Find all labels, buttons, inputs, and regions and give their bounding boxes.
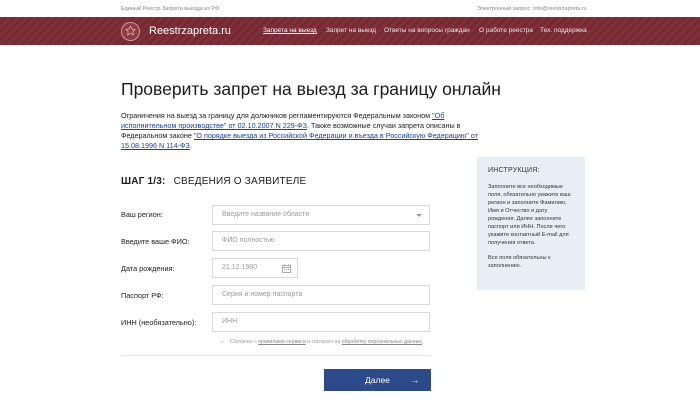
nav-item-zapreta[interactable]: Запрета на выезд bbox=[263, 27, 317, 34]
fio-placeholder: ФИО полностью bbox=[222, 237, 275, 244]
instruction-title: ИНСТРУКЦИЯ: bbox=[488, 167, 540, 174]
step-heading: ШАГ 1/3: СВЕДЕНИЯ О ЗАЯВИТЕЛЕ bbox=[121, 176, 306, 187]
checkmark-icon[interactable]: ✓ bbox=[220, 340, 226, 346]
region-select[interactable]: Введите название области bbox=[212, 205, 430, 225]
calendar-icon[interactable] bbox=[282, 264, 291, 273]
passport-input[interactable]: Серия и номер паспорта bbox=[212, 285, 430, 305]
intro-part-1: Ограничения на выезд за границу для долж… bbox=[121, 111, 433, 120]
fio-input[interactable]: ФИО полностью bbox=[212, 231, 430, 251]
page-title: Проверить запрет на выезд за границу онл… bbox=[121, 79, 501, 99]
privacy-link[interactable]: обработку персональных данных bbox=[342, 339, 422, 345]
contact-email[interactable]: Электронный запрос: info@reestrzapreta.r… bbox=[477, 6, 587, 12]
birth-date-input[interactable]: 21.12.1980 bbox=[212, 258, 298, 278]
inn-placeholder: ИНН bbox=[222, 318, 238, 325]
instruction-text: Заполните все необходимые поля, обязател… bbox=[488, 184, 571, 246]
inn-label: ИНН (необязательно): bbox=[121, 318, 197, 327]
terms-link[interactable]: правилами сервиса bbox=[258, 339, 306, 345]
main-header: Reestrzapreta.ru Запрета на выезд Запрет… bbox=[0, 17, 700, 45]
intro-part-3: . bbox=[189, 141, 192, 150]
site-tagline: Единый Реестр Запрета выезда из РФ bbox=[121, 6, 220, 12]
divider bbox=[121, 355, 431, 356]
nav-item-zapret[interactable]: Запрет на выезд bbox=[326, 27, 376, 34]
region-placeholder: Введите название области bbox=[222, 211, 310, 218]
consent-text-2: и согласен на bbox=[305, 339, 342, 345]
step-title: СВЕДЕНИЯ О ЗАЯВИТЕЛЕ bbox=[173, 176, 307, 187]
inn-input[interactable]: ИНН bbox=[212, 312, 430, 332]
logo-text[interactable]: Reestrzapreta.ru bbox=[149, 25, 231, 37]
birth-placeholder: 21.12.1980 bbox=[222, 264, 258, 271]
next-button-label: Далее bbox=[365, 375, 390, 385]
birth-label: Дата рождения: bbox=[121, 264, 175, 273]
instruction-note: Все поля обязательны к заполнению. bbox=[488, 255, 551, 269]
next-button[interactable]: Далее → bbox=[324, 369, 431, 391]
emblem-icon[interactable] bbox=[121, 22, 140, 41]
consent-row: ✓ Согласен с правилами сервиса и согласен… bbox=[220, 339, 422, 346]
region-label: Ваш регион: bbox=[121, 210, 163, 219]
nav-item-answers[interactable]: Ответы на вопросы граждан bbox=[384, 27, 470, 34]
consent-text-1: Согласен с bbox=[230, 339, 259, 345]
step-number: ШАГ 1/3: bbox=[121, 176, 166, 187]
top-bar: Единый Реестр Запрета выезда из РФ Элект… bbox=[0, 0, 700, 17]
chevron-down-icon bbox=[416, 214, 422, 217]
arrow-right-icon: → bbox=[411, 375, 420, 385]
nav-item-support[interactable]: Тех. поддержка bbox=[540, 27, 587, 34]
intro-text: Ограничения на выезд за границу для долж… bbox=[121, 111, 501, 151]
passport-label: Паспорт РФ: bbox=[121, 291, 164, 300]
nav-item-about[interactable]: О работе реестра bbox=[479, 27, 533, 34]
fio-label: Введите ваше ФИО: bbox=[121, 237, 190, 246]
passport-placeholder: Серия и номер паспорта bbox=[222, 291, 303, 298]
instruction-box: ИНСТРУКЦИЯ: Заполните все необходимые по… bbox=[477, 157, 585, 290]
